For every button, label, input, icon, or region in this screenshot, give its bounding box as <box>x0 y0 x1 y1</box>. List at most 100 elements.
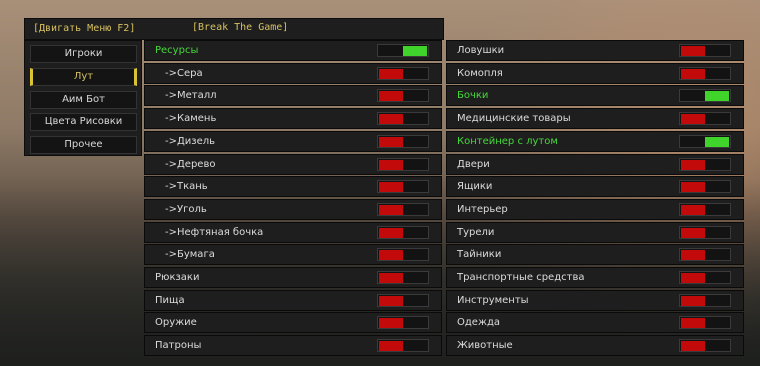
toggle-on-indicator <box>705 91 729 102</box>
tab-players[interactable]: Игроки <box>30 45 137 63</box>
sidebar: Игроки Лут Аим Бот Цвета Рисовки Прочее <box>24 40 142 156</box>
toggle-switch[interactable] <box>377 89 429 103</box>
option-row[interactable]: Контейнер с лутом <box>446 130 744 152</box>
toggle-switch[interactable] <box>377 225 429 239</box>
toggle-switch[interactable] <box>377 134 429 148</box>
option-label: ->Дизель <box>165 135 216 147</box>
option-row[interactable]: ->Металл <box>144 85 442 107</box>
option-row[interactable]: Ловушки <box>446 40 744 61</box>
toggle-off-indicator <box>379 159 403 170</box>
option-label: ->Сера <box>165 67 203 79</box>
option-row[interactable]: Ящики <box>446 176 744 198</box>
option-row[interactable]: Рюкзаки <box>144 267 442 288</box>
toggle-off-indicator <box>681 227 705 238</box>
option-label: Двери <box>457 158 490 170</box>
toggle-switch[interactable] <box>377 316 429 330</box>
option-row[interactable]: ->Ткань <box>144 176 442 198</box>
option-label: Тайники <box>457 249 502 261</box>
toggle-switch[interactable] <box>377 112 429 126</box>
toggle-switch[interactable] <box>377 157 429 171</box>
option-row[interactable]: Животные <box>446 335 744 357</box>
toggle-switch[interactable] <box>377 339 429 353</box>
toggle-switch[interactable] <box>679 66 731 80</box>
option-label: Турели <box>457 226 495 238</box>
toggle-switch[interactable] <box>679 271 731 284</box>
toggle-switch[interactable] <box>377 293 429 307</box>
option-row[interactable]: Комопля <box>446 62 744 84</box>
toggle-off-indicator <box>379 273 403 283</box>
option-row[interactable]: ->Бумага <box>144 244 442 266</box>
toggle-switch[interactable] <box>377 180 429 194</box>
option-row[interactable]: ->Камень <box>144 108 442 130</box>
option-row[interactable]: Транспортные средства <box>446 267 744 288</box>
toggle-off-indicator <box>379 136 403 147</box>
toggle-on-indicator <box>403 46 427 56</box>
toggle-off-indicator <box>681 204 705 215</box>
menu-title: [Break The Game] <box>192 22 289 33</box>
option-label: Контейнер с лутом <box>457 135 558 147</box>
toggle-switch[interactable] <box>679 316 731 330</box>
toggle-off-indicator <box>379 295 403 306</box>
toggle-switch[interactable] <box>679 225 731 239</box>
toggle-off-indicator <box>681 114 705 125</box>
option-row[interactable]: ->Уголь <box>144 198 442 220</box>
option-row[interactable]: Пища <box>144 289 442 311</box>
toggle-on-indicator <box>705 136 729 147</box>
toggle-switch[interactable] <box>377 248 429 262</box>
toggle-switch[interactable] <box>679 112 731 126</box>
option-label: Одежда <box>457 317 500 329</box>
toggle-off-indicator <box>379 182 403 193</box>
option-row[interactable]: ->Сера <box>144 62 442 84</box>
toggle-switch[interactable] <box>679 44 731 57</box>
toggle-switch[interactable] <box>679 202 731 216</box>
move-menu-label: [Двигать Меню F2] <box>33 23 136 34</box>
toggle-off-indicator <box>379 204 403 215</box>
option-row[interactable]: ->Нефтяная бочка <box>144 221 442 243</box>
option-row[interactable]: Турели <box>446 221 744 243</box>
toggle-switch[interactable] <box>377 44 429 57</box>
toggle-switch[interactable] <box>679 134 731 148</box>
toggle-switch[interactable] <box>679 89 731 103</box>
option-row[interactable]: Медицинские товары <box>446 108 744 130</box>
option-row[interactable]: Ресурсы <box>144 40 442 61</box>
option-label: Ящики <box>457 181 493 193</box>
toggle-switch[interactable] <box>679 339 731 353</box>
option-row[interactable]: Тайники <box>446 244 744 266</box>
option-row[interactable]: Двери <box>446 153 744 175</box>
option-label: ->Ткань <box>165 181 208 193</box>
option-row[interactable]: ->Дизель <box>144 130 442 152</box>
toggle-switch[interactable] <box>679 293 731 307</box>
toggle-off-indicator <box>379 227 403 238</box>
option-label: ->Камень <box>165 113 217 125</box>
option-label: Медицинские товары <box>457 113 571 125</box>
toggle-off-indicator <box>681 273 705 283</box>
option-label: Комопля <box>457 67 503 79</box>
tab-misc[interactable]: Прочее <box>30 136 137 154</box>
toggle-switch[interactable] <box>679 248 731 262</box>
toggle-switch[interactable] <box>377 66 429 80</box>
option-row[interactable]: Патроны <box>144 335 442 357</box>
option-label: Интерьер <box>457 203 508 215</box>
option-row[interactable]: Интерьер <box>446 198 744 220</box>
option-row[interactable]: ->Дерево <box>144 153 442 175</box>
option-row[interactable]: Бочки <box>446 85 744 107</box>
option-label: Ресурсы <box>155 45 199 56</box>
toggle-switch[interactable] <box>679 180 731 194</box>
option-label: Бочки <box>457 90 489 102</box>
option-label: ->Дерево <box>165 158 216 170</box>
option-label: Транспортные средства <box>457 272 585 283</box>
toggle-off-indicator <box>681 341 705 352</box>
option-row[interactable]: Инструменты <box>446 289 744 311</box>
option-row[interactable]: Одежда <box>446 312 744 334</box>
tab-draw-colors[interactable]: Цвета Рисовки <box>30 113 137 131</box>
tab-aimbot[interactable]: Аим Бот <box>30 91 137 109</box>
toggle-off-indicator <box>379 91 403 102</box>
tab-loot[interactable]: Лут <box>30 68 137 86</box>
toggle-switch[interactable] <box>377 271 429 284</box>
menu-header[interactable]: [Двигать Меню F2] [Break The Game] <box>24 18 444 40</box>
option-label: ->Бумага <box>165 249 215 261</box>
toggle-switch[interactable] <box>679 157 731 171</box>
option-label: Пища <box>155 294 185 306</box>
toggle-switch[interactable] <box>377 202 429 216</box>
option-row[interactable]: Оружие <box>144 312 442 334</box>
